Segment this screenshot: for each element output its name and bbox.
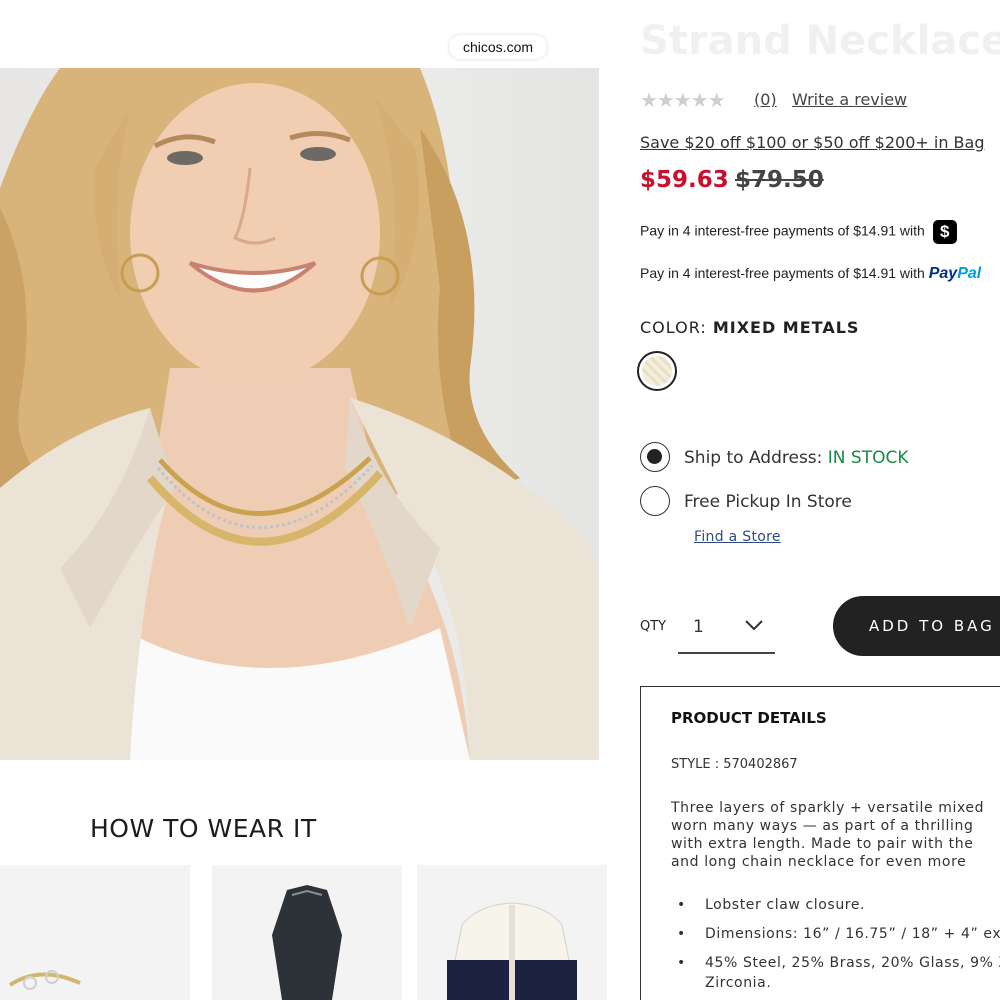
- look-image: [8, 970, 81, 990]
- model-photo: [0, 68, 599, 760]
- color-value: MIXED METALS: [712, 318, 860, 337]
- find-a-store-link[interactable]: Find a Store: [694, 529, 781, 545]
- list-item: Lobster claw closure.: [671, 895, 1000, 915]
- cashapp-icon: $: [932, 220, 957, 244]
- product-details-panel: PRODUCT DETAILS STYLE : 570402867 Three …: [640, 686, 1000, 1000]
- add-to-bag-button[interactable]: ADD TO BAG: [833, 596, 1000, 656]
- cashapp-payment-text: Pay in 4 interest-free payments of $14.9…: [640, 222, 925, 239]
- original-price: $79.50: [735, 167, 824, 193]
- qty-select[interactable]: 1: [678, 598, 775, 654]
- pickup-in-store-label[interactable]: Free Pickup In Store: [684, 492, 852, 512]
- pickup-in-store-radio[interactable]: [640, 486, 670, 516]
- look-card-dress[interactable]: [212, 865, 402, 1000]
- paypal-payment-line[interactable]: Pay in 4 interest-free payments of $14.9…: [640, 265, 981, 283]
- qty-value: 1: [693, 617, 704, 637]
- promo-link[interactable]: Save $20 off $100 or $50 off $200+ in Ba…: [640, 133, 984, 152]
- stock-status: IN STOCK: [827, 448, 909, 468]
- details-bullets: Lobster claw closure. Dimensions: 16” / …: [671, 895, 1000, 1000]
- paypal-logo: PayPal: [928, 265, 982, 282]
- ship-to-address-label[interactable]: Ship to Address: IN STOCK: [684, 448, 909, 468]
- style-number: STYLE : 570402867: [671, 757, 798, 772]
- cashapp-payment-line[interactable]: Pay in 4 interest-free payments of $14.9…: [640, 220, 957, 244]
- write-review-link[interactable]: Write a review: [792, 90, 907, 109]
- how-to-wear-title: HOW TO WEAR IT: [90, 814, 317, 843]
- product-details-title: PRODUCT DETAILS: [671, 709, 827, 727]
- sale-price: $59.63: [640, 167, 729, 193]
- star-rating-icon[interactable]: ★★★★★: [640, 88, 726, 113]
- color-label: COLOR: MIXED METALS: [640, 318, 860, 337]
- product-title: Strand Necklace: [640, 18, 1000, 64]
- qty-label: QTY: [640, 619, 667, 634]
- list-item: Dimensions: 16” / 16.75” / 18” + 4” exte…: [671, 924, 1000, 944]
- look-card-jacket[interactable]: [417, 865, 607, 1000]
- look-image: [272, 885, 342, 1000]
- review-count-link[interactable]: (0): [754, 90, 777, 109]
- paypal-payment-text: Pay in 4 interest-free payments of $14.9…: [640, 265, 925, 281]
- look-image: [446, 902, 578, 1000]
- url-badge[interactable]: chicos.com: [449, 35, 548, 59]
- list-item: 45% Steel, 25% Brass, 20% Glass, 9% ZZir…: [671, 953, 1000, 993]
- product-hero-image[interactable]: [0, 68, 599, 760]
- product-description: Three layers of sparkly + versatile mixe…: [671, 800, 985, 870]
- swatch-fill: [642, 356, 672, 386]
- ship-to-address-radio[interactable]: [640, 442, 670, 472]
- chevron-down-icon: [745, 620, 763, 631]
- look-card-necklace[interactable]: [0, 865, 190, 1000]
- color-swatch-mixed-metals[interactable]: [637, 351, 677, 391]
